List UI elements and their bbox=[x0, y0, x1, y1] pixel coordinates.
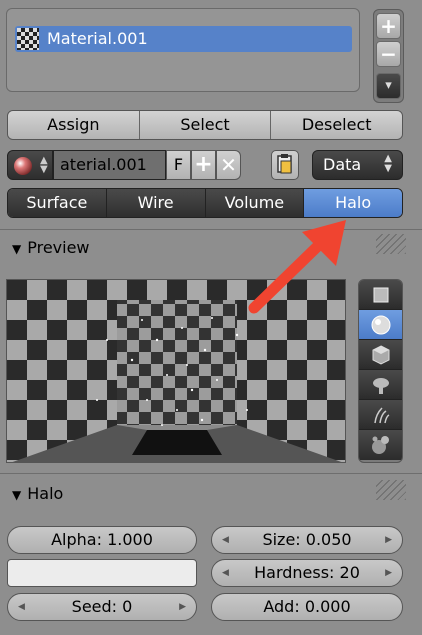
link-data-value: Data bbox=[323, 155, 362, 174]
deselect-button[interactable]: Deselect bbox=[271, 111, 402, 139]
new-material-button[interactable]: + bbox=[191, 150, 216, 180]
select-button[interactable]: Select bbox=[139, 111, 272, 139]
preview-cube-button[interactable] bbox=[359, 340, 402, 370]
assign-button[interactable]: Assign bbox=[8, 111, 140, 139]
fake-user-button[interactable]: F bbox=[166, 150, 191, 180]
material-sphere-icon bbox=[14, 157, 32, 175]
material-name-field[interactable]: aterial.001 bbox=[53, 150, 166, 180]
halo-color-swatch[interactable] bbox=[7, 559, 197, 587]
material-slot-list[interactable]: Material.001 bbox=[6, 8, 360, 92]
seed-field[interactable]: ◀ Seed: 0 ▶ bbox=[7, 593, 197, 621]
hair-icon bbox=[373, 407, 389, 424]
annotation-arrow bbox=[248, 220, 346, 314]
tab-wire[interactable]: Wire bbox=[106, 189, 206, 217]
hardness-value: Hardness: 20 bbox=[254, 563, 360, 582]
preview-panel-title: Preview bbox=[27, 238, 90, 257]
material-datablock-row: ▲ ▼ aterial.001 F + ✕ bbox=[7, 150, 247, 180]
decrement-arrow-icon[interactable]: ◀ bbox=[222, 560, 229, 586]
halo-panel-title: Halo bbox=[27, 484, 64, 503]
panel-drag-grip[interactable] bbox=[376, 480, 406, 500]
slot-side-buttons: + − ▾ bbox=[373, 9, 404, 103]
panel-drag-grip[interactable] bbox=[376, 234, 406, 254]
sphere-bubbles-icon bbox=[371, 436, 389, 454]
hardness-field[interactable]: ◀ Hardness: 20 ▶ bbox=[211, 559, 403, 587]
preview-sphere-bubbles-button[interactable] bbox=[359, 430, 402, 460]
decrement-arrow-icon[interactable]: ◀ bbox=[18, 594, 25, 620]
cube-icon bbox=[372, 345, 389, 365]
clipboard-icon bbox=[277, 154, 292, 174]
add-field[interactable]: Add: 0.000 bbox=[211, 593, 403, 621]
sphere-icon bbox=[371, 315, 390, 335]
collapse-triangle-icon: ▼ bbox=[12, 242, 22, 256]
copy-material-button[interactable] bbox=[271, 150, 299, 180]
preview-shape-buttons bbox=[358, 279, 403, 463]
increment-arrow-icon[interactable]: ▶ bbox=[385, 527, 392, 553]
tab-surface[interactable]: Surface bbox=[8, 189, 107, 217]
updown-arrows-icon: ▲ ▼ bbox=[384, 153, 392, 174]
preview-hair-button[interactable] bbox=[359, 400, 402, 430]
decrement-arrow-icon[interactable]: ◀ bbox=[222, 527, 229, 553]
material-checker-icon bbox=[17, 28, 39, 50]
remove-slot-button[interactable]: − bbox=[376, 41, 401, 67]
halo-panel-header[interactable]: ▼ Halo bbox=[12, 482, 63, 506]
unlink-material-button[interactable]: ✕ bbox=[216, 150, 241, 180]
preview-monkey-button[interactable] bbox=[359, 370, 402, 400]
monkey-icon bbox=[372, 378, 389, 394]
material-slot-label: Material.001 bbox=[47, 29, 148, 48]
collapse-triangle-icon: ▼ bbox=[12, 488, 22, 502]
preview-plane-button[interactable] bbox=[359, 280, 402, 310]
plane-icon bbox=[373, 287, 388, 303]
size-field[interactable]: ◀ Size: 0.050 ▶ bbox=[211, 526, 403, 554]
slot-specials-menu-button[interactable]: ▾ bbox=[376, 73, 401, 99]
updown-arrows-icon: ▲ ▼ bbox=[40, 155, 48, 175]
increment-arrow-icon[interactable]: ▶ bbox=[179, 594, 186, 620]
seed-value: Seed: 0 bbox=[71, 597, 133, 616]
assign-button-row: Assign Select Deselect bbox=[7, 110, 403, 140]
increment-arrow-icon[interactable]: ▶ bbox=[385, 560, 392, 586]
preview-panel-header[interactable]: ▼ Preview bbox=[12, 236, 90, 260]
add-slot-button[interactable]: + bbox=[376, 13, 401, 39]
alpha-field[interactable]: Alpha: 1.000 bbox=[7, 526, 197, 554]
material-browse-button[interactable]: ▲ ▼ bbox=[7, 150, 53, 180]
link-data-dropdown[interactable]: Data ▲ ▼ bbox=[312, 150, 403, 180]
preview-sphere-button[interactable] bbox=[359, 310, 402, 340]
material-slot-row[interactable]: Material.001 bbox=[15, 26, 352, 52]
size-value: Size: 0.050 bbox=[262, 530, 352, 549]
divider bbox=[0, 473, 422, 474]
